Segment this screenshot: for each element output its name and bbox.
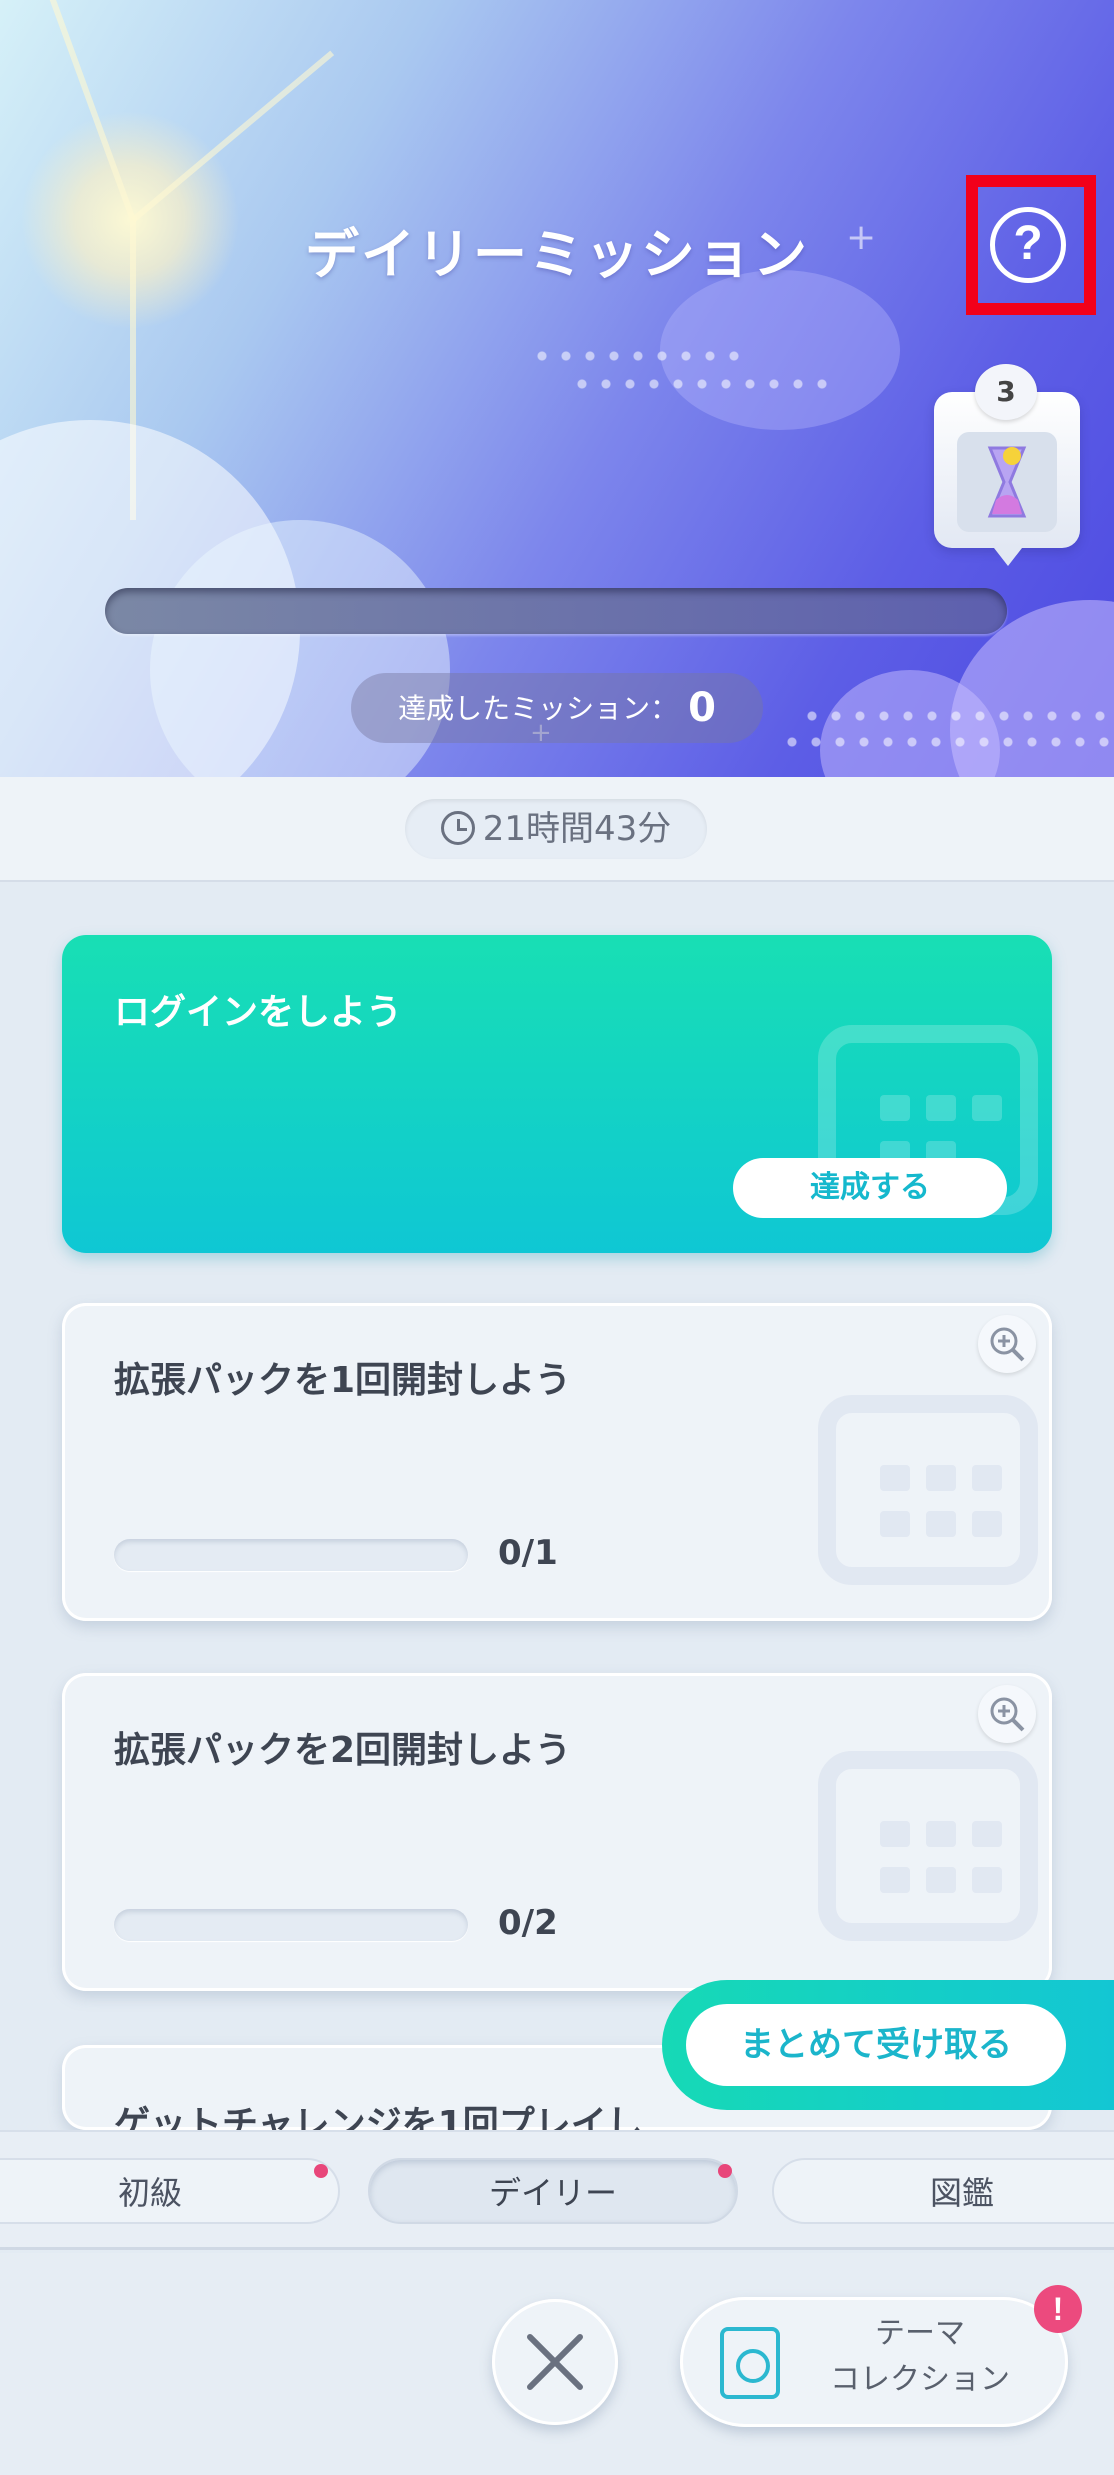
hourglass-icon — [987, 446, 1027, 518]
mission-progress-bar — [105, 588, 1007, 634]
theme-label-line2: コレクション — [830, 2362, 1010, 2397]
tab-label: デイリー — [488, 2174, 617, 2212]
dots-decoration — [530, 350, 750, 362]
bulk-claim-panel: まとめて受け取る — [662, 1980, 1114, 2110]
mission-title: ログインをしよう — [114, 992, 403, 1033]
dots-decoration — [780, 736, 1114, 748]
mission-progress-text: 0/2 — [498, 1903, 558, 1943]
tab-label: 初級 — [117, 2174, 182, 2212]
timer-pill: 21時間43分 — [405, 799, 707, 859]
dots-decoration — [570, 378, 830, 390]
mission-progress-bar — [114, 1909, 468, 1941]
tab-pokedex[interactable]: 図鑑 — [772, 2158, 1114, 2224]
mission-tabs: 初級 デイリー 図鑑 — [0, 2130, 1114, 2250]
mission-card-open-pack-2[interactable]: 拡張パックを2回開封しよう 0/2 — [62, 1673, 1052, 1991]
question-circle-icon: ? — [1013, 217, 1043, 270]
reward-icon-frame — [957, 432, 1057, 532]
mission-card-login[interactable]: ログインをしよう 達成する — [62, 935, 1052, 1253]
reward-count-badge: 3 — [975, 364, 1037, 420]
theme-collection-label: テーマ コレクション — [810, 2311, 1030, 2403]
help-button[interactable]: ? — [990, 207, 1066, 283]
tab-daily[interactable]: デイリー — [368, 2158, 738, 2224]
clock-icon — [440, 811, 475, 845]
mission-card-open-pack-1[interactable]: 拡張パックを1回開封しよう 0/1 — [62, 1303, 1052, 1621]
alert-badge: ! — [1034, 2285, 1082, 2333]
theme-label-line1: テーマ — [875, 2316, 965, 2351]
close-icon — [527, 2334, 583, 2390]
zoom-in-icon[interactable] — [978, 1315, 1036, 1373]
bottom-bar: テーマ コレクション — [0, 2253, 1114, 2475]
page-title: デイリーミッション — [305, 223, 809, 286]
zoom-in-icon[interactable] — [978, 1685, 1036, 1743]
notification-dot — [718, 2164, 732, 2178]
dots-decoration — [800, 710, 1114, 722]
achieved-label: 達成したミッション： — [398, 692, 679, 725]
timer-bar: 21時間43分 — [0, 777, 1114, 882]
calendar-icon — [818, 1751, 1038, 1941]
close-button[interactable] — [492, 2299, 618, 2425]
notification-dot — [314, 2164, 328, 2178]
tab-beginner[interactable]: 初級 — [0, 2158, 340, 2224]
achieved-count: 0 — [688, 685, 716, 731]
theme-collection-button[interactable]: テーマ コレクション — [680, 2297, 1068, 2427]
tab-label: 図鑑 — [929, 2174, 994, 2212]
mission-title: 拡張パックを2回開封しよう — [114, 1730, 572, 1771]
achieve-button[interactable]: 達成する — [733, 1158, 1007, 1218]
timer-text: 21時間43分 — [482, 809, 672, 849]
achieved-count-pill: 達成したミッション： 0 — [351, 673, 763, 743]
mission-title: 拡張パックを1回開封しよう — [114, 1360, 572, 1401]
mission-progress-bar — [114, 1539, 468, 1571]
bulk-claim-button[interactable]: まとめて受け取る — [686, 2004, 1066, 2086]
mission-title: ゲットチャレンジを1回プレイし — [114, 2104, 643, 2130]
mission-progress-text: 0/1 — [498, 1533, 558, 1573]
calendar-icon — [818, 1395, 1038, 1585]
mission-header: + + デイリーミッション ? 3 達成したミッション： 0 — [0, 0, 1114, 777]
card-icon — [720, 2327, 780, 2399]
